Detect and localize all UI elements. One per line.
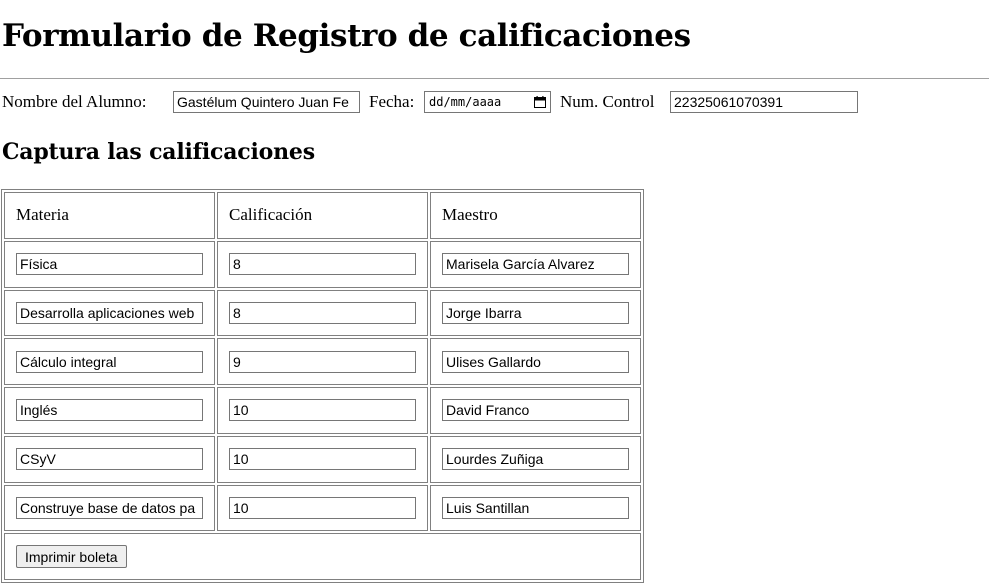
table-row <box>4 387 641 434</box>
table-header-row: Materia Calificación Maestro <box>4 192 641 239</box>
date-label: Fecha: <box>369 92 415 111</box>
student-name-label: Nombre del Alumno: <box>2 92 147 111</box>
calificacion-cell <box>217 435 428 483</box>
calificacion-input[interactable] <box>229 496 416 519</box>
materia-cell <box>4 338 215 385</box>
header-calificacion: Calificación <box>217 192 428 239</box>
table-row <box>4 240 641 288</box>
header-materia: Materia <box>4 192 215 239</box>
table-footer-row: Imprimir boleta <box>4 533 641 580</box>
calificacion-input[interactable] <box>229 301 416 324</box>
date-input[interactable]: dd/mm/aaaa <box>424 91 551 113</box>
materia-input[interactable] <box>16 496 203 519</box>
maestro-cell <box>430 338 641 385</box>
maestro-input[interactable] <box>442 350 629 373</box>
header-maestro-label: Maestro <box>442 205 498 225</box>
calificacion-cell <box>217 338 428 385</box>
table-row <box>4 435 641 483</box>
calificacion-input[interactable] <box>229 399 416 422</box>
maestro-input[interactable] <box>442 253 629 276</box>
header-calificacion-label: Calificación <box>229 205 313 225</box>
materia-input[interactable] <box>16 301 203 324</box>
table-row <box>4 338 641 385</box>
materia-input[interactable] <box>16 399 203 422</box>
student-name-input[interactable] <box>173 91 360 113</box>
materia-input[interactable] <box>16 253 203 276</box>
calificacion-input[interactable] <box>229 253 416 276</box>
calificacion-cell <box>217 387 428 434</box>
materia-cell <box>4 484 215 532</box>
maestro-input[interactable] <box>442 448 629 471</box>
maestro-cell <box>430 387 641 434</box>
header-materia-label: Materia <box>16 205 69 225</box>
maestro-input[interactable] <box>442 399 629 422</box>
page-title: Formulario de Registro de calificaciones <box>2 18 691 54</box>
grades-table: Materia Calificación Maestro Física 8 Ma… <box>1 189 644 583</box>
control-number-label: Num. Control <box>560 92 655 111</box>
maestro-cell <box>430 289 641 337</box>
calificacion-cell <box>217 240 428 288</box>
student-info-row: Nombre del Alumno: Fecha: dd/mm/aaaa Num… <box>2 90 987 114</box>
table-row <box>4 289 641 337</box>
maestro-cell <box>430 484 641 532</box>
maestro-cell <box>430 240 641 288</box>
control-number-input[interactable] <box>670 91 858 113</box>
divider <box>0 78 989 79</box>
materia-input[interactable] <box>16 448 203 471</box>
calificacion-cell <box>217 289 428 337</box>
calendar-icon[interactable] <box>534 96 546 108</box>
calificacion-cell <box>217 484 428 532</box>
calificacion-input[interactable] <box>229 350 416 373</box>
materia-cell <box>4 387 215 434</box>
date-placeholder: dd/mm/aaaa <box>429 95 502 109</box>
calificacion-input[interactable] <box>229 448 416 471</box>
maestro-cell <box>430 435 641 483</box>
materia-cell <box>4 240 215 288</box>
maestro-input[interactable] <box>442 496 629 519</box>
materia-cell <box>4 435 215 483</box>
print-cell: Imprimir boleta <box>4 533 641 580</box>
materia-input[interactable] <box>16 350 203 373</box>
section-title: Captura las calificaciones <box>2 139 315 165</box>
header-maestro: Maestro <box>430 192 641 239</box>
table-row <box>4 484 641 532</box>
materia-cell <box>4 289 215 337</box>
print-report-button[interactable]: Imprimir boleta <box>16 545 127 569</box>
maestro-input[interactable] <box>442 301 629 324</box>
